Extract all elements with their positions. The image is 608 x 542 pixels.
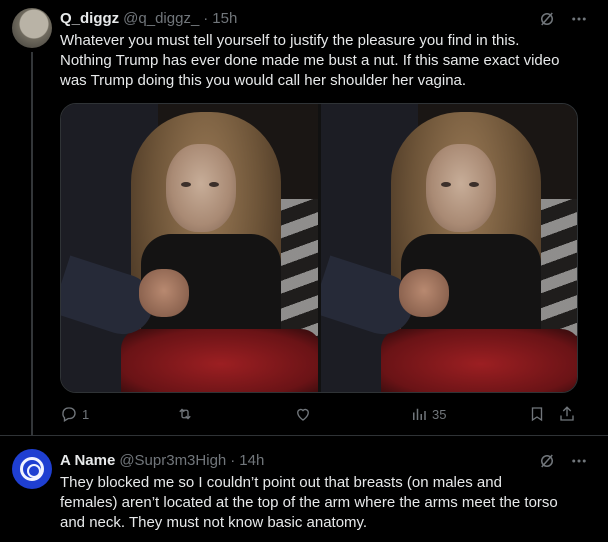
share-icon xyxy=(560,406,574,421)
tweet-text-line: They blocked me so I couldn’t point out … xyxy=(60,474,502,491)
media-image-left[interactable] xyxy=(61,104,318,392)
display-name[interactable]: Q_diggz xyxy=(60,10,119,27)
timestamp[interactable]: 15h xyxy=(212,10,237,27)
timestamp[interactable]: 14h xyxy=(239,452,264,469)
media-image-right[interactable] xyxy=(320,104,577,392)
tweet-action-bar: 1 35 xyxy=(60,404,580,424)
bookmark-button[interactable] xyxy=(528,404,546,424)
reply-count: 1 xyxy=(82,406,90,422)
views-count: 35 xyxy=(432,406,447,422)
grok-slash-icon[interactable] xyxy=(538,452,556,470)
display-name[interactable]: A Name xyxy=(60,452,115,469)
tweet-text: They blocked me so I couldn’t point out … xyxy=(60,473,590,533)
more-dots-icon[interactable] xyxy=(570,452,588,470)
header-actions xyxy=(538,452,588,470)
tweet-text-line: and neck. They must not know basic anato… xyxy=(60,514,368,531)
like-button[interactable] xyxy=(294,404,316,424)
thread-line xyxy=(31,52,33,436)
user-avatar[interactable] xyxy=(12,8,52,48)
tweet-text: Whatever you must tell yourself to justi… xyxy=(60,31,590,91)
green-lantern-logo xyxy=(20,457,44,481)
bookmark-icon xyxy=(531,407,543,422)
tweet-header: A Name @Supr3m3High · 14h xyxy=(60,450,264,470)
tweet-text-line: Nothing Trump has ever done made me bust… xyxy=(60,52,560,69)
reply-button[interactable]: 1 xyxy=(60,404,89,424)
tweet-text-line: females) aren’t located at the top of th… xyxy=(60,494,558,511)
tweet-a-name[interactable]: A Name @Supr3m3High · 14h They blocked m… xyxy=(0,437,608,542)
tweet-text-line: Whatever you must tell yourself to justi… xyxy=(60,32,520,49)
tweet-q-diggz[interactable]: Q_diggz @q_diggz_ · 15h Whatever you mus… xyxy=(0,0,608,436)
user-handle[interactable]: @Supr3m3High xyxy=(119,452,226,469)
header-actions xyxy=(538,10,588,28)
tweet-header: Q_diggz @q_diggz_ · 15h xyxy=(60,8,237,28)
grok-slash-icon[interactable] xyxy=(538,10,556,28)
views-button[interactable]: 35 xyxy=(410,404,446,424)
retweet-button[interactable] xyxy=(176,404,198,424)
reply-icon xyxy=(62,407,76,422)
user-avatar[interactable] xyxy=(12,449,52,489)
media-grid xyxy=(60,103,578,393)
analytics-bars-icon xyxy=(413,408,426,420)
user-handle[interactable]: @q_diggz_ xyxy=(123,10,199,27)
separator-dot: · xyxy=(230,451,236,469)
retweet-icon xyxy=(179,408,191,420)
share-button[interactable] xyxy=(558,404,576,424)
separator-dot: · xyxy=(203,9,209,27)
tweet-text-line: was Trump doing this you would call her … xyxy=(60,72,467,89)
heart-icon xyxy=(297,408,309,421)
more-dots-icon[interactable] xyxy=(570,10,588,28)
